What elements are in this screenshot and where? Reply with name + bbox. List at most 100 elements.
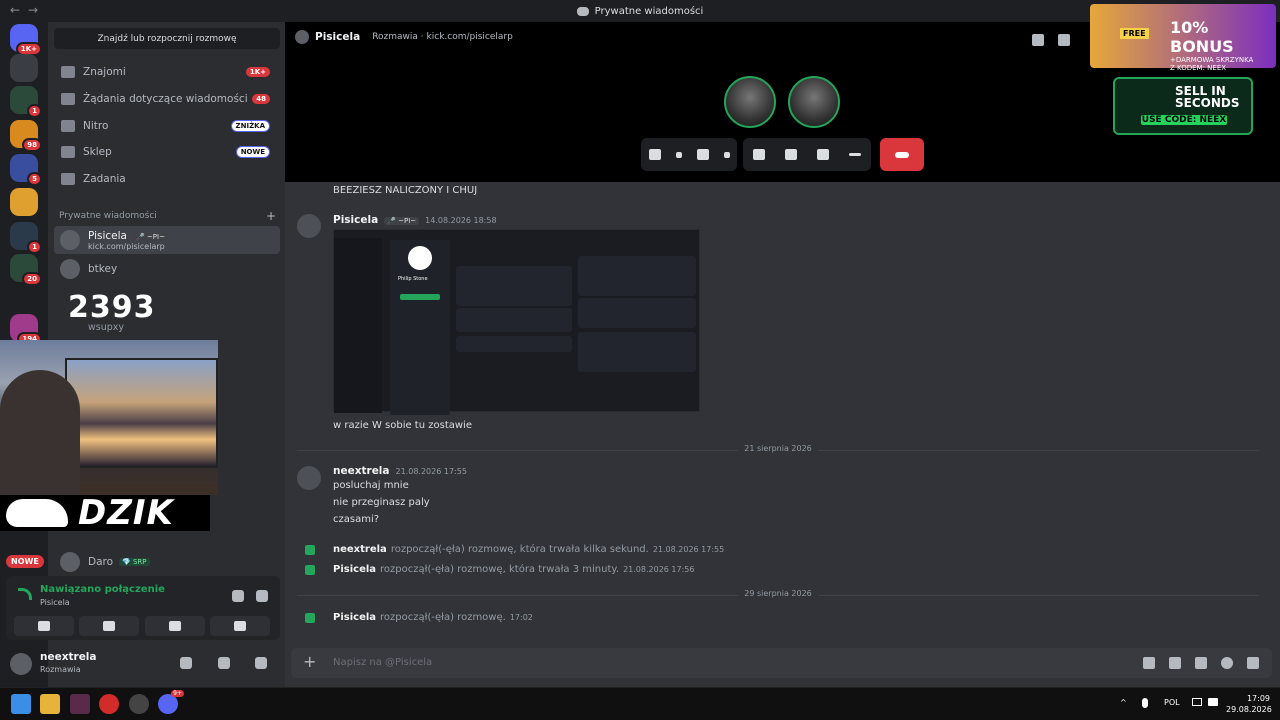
server-badge: 98 <box>22 138 42 152</box>
nav-label: Zadania <box>83 173 126 185</box>
camera-off-icon <box>38 621 50 631</box>
phone-icon <box>305 612 315 623</box>
clock-date: 29.08.2026 <box>1226 705 1272 714</box>
chevron-up-icon[interactable]: ^ <box>1120 698 1127 707</box>
camera-button[interactable] <box>14 616 74 636</box>
dm-item-pisicela[interactable]: Pisicela 🎤 ~PI~ kick.com/pisicelarp <box>54 226 280 254</box>
opera-icon[interactable] <box>99 694 119 714</box>
call-time: 21.08.2026 17:56 <box>623 565 695 574</box>
soundboard-icon[interactable] <box>817 149 829 160</box>
call-author[interactable]: neextrela <box>333 544 387 555</box>
activities-button[interactable] <box>145 616 205 636</box>
apps-icon[interactable] <box>1247 657 1259 669</box>
ad-bonus-sub: +DARMOWA SKRZYNKA <box>1170 56 1254 64</box>
call-author[interactable]: Pisicela <box>333 612 376 623</box>
gift-icon[interactable] <box>1143 657 1155 669</box>
pin-icon[interactable] <box>1032 34 1044 46</box>
call-log-row: Pisicela rozpoczął(-ęła) rozmowę, która t… <box>305 564 694 575</box>
overlay-counter: 2393 <box>68 290 156 325</box>
title-bar: ←→ Prywatne wiadomości <box>0 0 1280 22</box>
ad-bonus-title: 10% BONUS <box>1170 18 1234 56</box>
steam-icon[interactable] <box>129 694 149 714</box>
message-author[interactable]: Pisicela <box>333 214 378 226</box>
message-avatar[interactable] <box>297 466 321 490</box>
message-text: posluchaj mnie <box>333 480 409 491</box>
nav-nitro[interactable]: Nitro ZNIŻKA <box>54 114 280 138</box>
dm-item-daro[interactable]: Daro 💎 SRP <box>54 548 280 576</box>
server-icon[interactable] <box>10 54 38 82</box>
speaker-tray-icon[interactable] <box>1208 698 1218 706</box>
voice-channel[interactable]: Pisicela <box>40 598 70 607</box>
attachment-sidebar <box>334 238 382 413</box>
discord-home-icon[interactable]: 1K+ <box>10 24 42 56</box>
server-icon[interactable]: 20 <box>10 254 42 286</box>
quests-icon <box>61 173 75 185</box>
sticker-icon[interactable] <box>1195 657 1207 669</box>
microphone-icon[interactable] <box>648 149 661 160</box>
server-icon[interactable]: 194 <box>10 314 42 346</box>
image-attachment[interactable]: Philip Stone <box>333 229 700 415</box>
gif-icon[interactable] <box>1169 657 1181 669</box>
call-log-row: Pisicela rozpoczął(-ęła) rozmowę. 17:02 <box>305 612 533 623</box>
dm-item-btkey[interactable]: btkey <box>54 255 280 283</box>
streamer-image <box>0 370 80 495</box>
server-icon[interactable]: 1 <box>10 222 42 254</box>
user-panel: neextrela Rozmawia <box>6 645 280 685</box>
file-explorer-icon[interactable] <box>40 694 60 714</box>
noise-suppression-icon[interactable] <box>232 590 244 602</box>
camera-off-icon[interactable] <box>696 149 709 160</box>
screen-share-icon[interactable] <box>753 149 765 160</box>
obs-app-icon[interactable] <box>70 694 90 714</box>
call-time: 21.08.2026 17:55 <box>652 545 725 554</box>
user-avatar[interactable] <box>10 653 32 675</box>
shop-tag: NOWE <box>235 146 270 158</box>
system-clock[interactable]: 17:09 29.08.2026 <box>1226 693 1272 715</box>
screen-share-button[interactable] <box>79 616 139 636</box>
nav-friends[interactable]: Znajomi 1K+ <box>54 60 280 84</box>
section-title: Prywatne wiadomości <box>59 211 157 221</box>
nav-shop[interactable]: Sklep NOWE <box>54 140 280 164</box>
nav-message-requests[interactable]: Żądania dotyczące wiadomości 48 <box>54 87 280 111</box>
call-participant-avatar[interactable] <box>788 76 840 128</box>
more-icon[interactable] <box>849 153 861 156</box>
message-avatar[interactable] <box>297 214 321 238</box>
server-icon[interactable]: 1 <box>10 86 42 118</box>
windows-start-icon[interactable] <box>11 694 31 714</box>
chevron-down-icon[interactable] <box>675 151 682 158</box>
emoji-icon[interactable] <box>1221 657 1233 669</box>
display-tray-icon[interactable] <box>1192 698 1202 706</box>
server-icon[interactable]: 98 <box>10 120 42 152</box>
add-friends-icon[interactable] <box>1058 34 1070 46</box>
hang-up-button[interactable] <box>880 138 924 171</box>
soundboard-button[interactable] <box>210 616 270 636</box>
chevron-down-icon[interactable] <box>723 151 730 158</box>
date-label: 21 sierpnia 2026 <box>738 444 818 453</box>
settings-gear-icon[interactable] <box>255 657 267 669</box>
microphone-icon[interactable] <box>180 657 192 669</box>
nav-label: Znajomi <box>83 66 126 78</box>
headphones-icon[interactable] <box>218 657 230 669</box>
screen-share-icon <box>103 621 115 631</box>
ad-sell-title: SELL IN SECONDS <box>1175 84 1240 110</box>
call-author[interactable]: Pisicela <box>333 564 376 575</box>
header-link[interactable]: kick.com/pisicelarp <box>427 32 513 42</box>
disconnect-icon[interactable] <box>256 590 268 602</box>
nav-arrows[interactable]: ←→ <box>10 3 46 17</box>
language-indicator[interactable]: POL <box>1164 698 1180 707</box>
nav-quests[interactable]: Zadania <box>54 167 280 191</box>
attach-plus-icon[interactable]: + <box>303 652 316 671</box>
create-dm-plus-icon[interactable]: + <box>266 209 276 223</box>
message-author[interactable]: neextrela <box>333 465 390 477</box>
call-participant-avatar[interactable] <box>724 76 776 128</box>
server-icon[interactable] <box>10 188 38 216</box>
nitro-tag: ZNIŻKA <box>230 120 270 132</box>
discord-taskbar-icon[interactable]: 9+ <box>158 690 184 714</box>
ad-code: NEEX <box>1199 115 1227 125</box>
call-log-row: neextrela rozpoczął(-ęła) rozmowę, która … <box>305 544 724 555</box>
attachment-card <box>456 308 572 332</box>
find-conversation-button[interactable]: Znajdź lub rozpocznij rozmowę <box>54 28 280 49</box>
server-icon[interactable]: 5 <box>10 154 42 186</box>
message-composer[interactable]: + Napisz na @Pisicela <box>291 648 1272 678</box>
activities-icon[interactable] <box>785 149 797 160</box>
microphone-tray-icon[interactable] <box>1142 698 1148 708</box>
